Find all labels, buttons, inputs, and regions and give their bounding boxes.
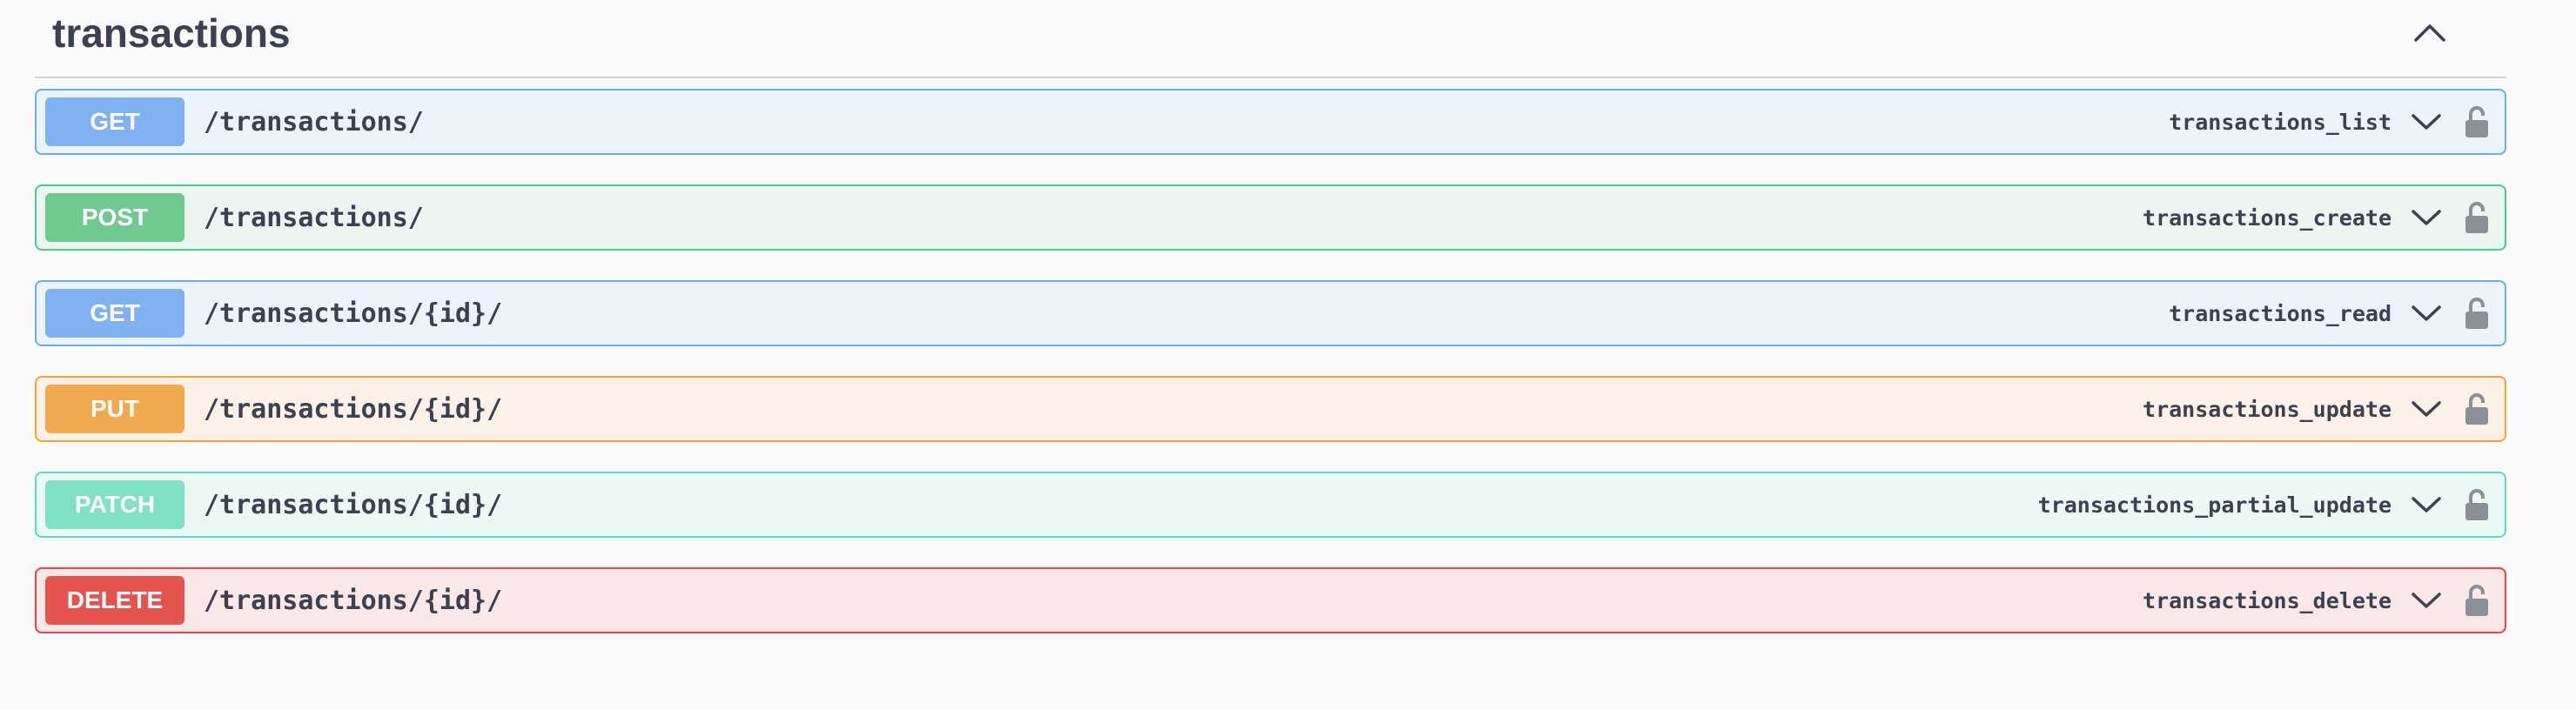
chevron-down-icon[interactable]: [2409, 104, 2444, 139]
lock-icon[interactable]: [2463, 486, 2491, 523]
lock-icon[interactable]: [2463, 199, 2491, 236]
lock-icon[interactable]: [2463, 104, 2491, 140]
operation-path: /transactions/{id}/: [204, 298, 503, 329]
section-header[interactable]: transactions: [35, 0, 2506, 78]
operation-id: transactions_create: [2143, 204, 2392, 231]
section-title: transactions: [52, 10, 291, 56]
operation-row[interactable]: PATCH /transactions/{id}/ transactions_p…: [35, 472, 2506, 538]
operation-row[interactable]: GET /transactions/{id}/ transactions_rea…: [35, 280, 2506, 346]
operation-id: transactions_delete: [2143, 587, 2392, 613]
operation-id: transactions_read: [2169, 300, 2392, 326]
method-badge: PUT: [45, 385, 184, 433]
operation-row[interactable]: POST /transactions/ transactions_create: [35, 184, 2506, 251]
lock-icon[interactable]: [2463, 391, 2491, 427]
method-badge: GET: [45, 97, 184, 146]
lock-icon[interactable]: [2463, 295, 2491, 332]
chevron-down-icon[interactable]: [2409, 392, 2444, 426]
operation-path: /transactions/{id}/: [204, 393, 503, 425]
method-badge: PATCH: [45, 480, 184, 529]
operation-id: transactions_update: [2143, 396, 2392, 422]
chevron-down-icon[interactable]: [2409, 296, 2444, 331]
chevron-down-icon[interactable]: [2409, 200, 2444, 235]
operation-path: /transactions/{id}/: [204, 585, 503, 616]
operation-id: transactions_partial_update: [2037, 492, 2392, 518]
lock-icon[interactable]: [2463, 582, 2491, 619]
api-section-transactions: transactions GET /transactions/ transact…: [35, 0, 2506, 663]
operation-row[interactable]: GET /transactions/ transactions_list: [35, 89, 2506, 155]
operation-path: /transactions/: [204, 106, 424, 137]
operation-row[interactable]: PUT /transactions/{id}/ transactions_upd…: [35, 376, 2506, 442]
method-badge: GET: [45, 289, 184, 338]
operation-id: transactions_list: [2169, 109, 2392, 135]
operation-path: /transactions/: [204, 202, 424, 233]
chevron-up-icon[interactable]: [2409, 12, 2451, 54]
chevron-down-icon[interactable]: [2409, 487, 2444, 522]
method-badge: POST: [45, 193, 184, 242]
operations-list: GET /transactions/ transactions_list POS…: [35, 89, 2506, 633]
method-badge: DELETE: [45, 576, 184, 625]
operation-path: /transactions/{id}/: [204, 489, 503, 520]
chevron-down-icon[interactable]: [2409, 583, 2444, 618]
operation-row[interactable]: DELETE /transactions/{id}/ transactions_…: [35, 567, 2506, 633]
